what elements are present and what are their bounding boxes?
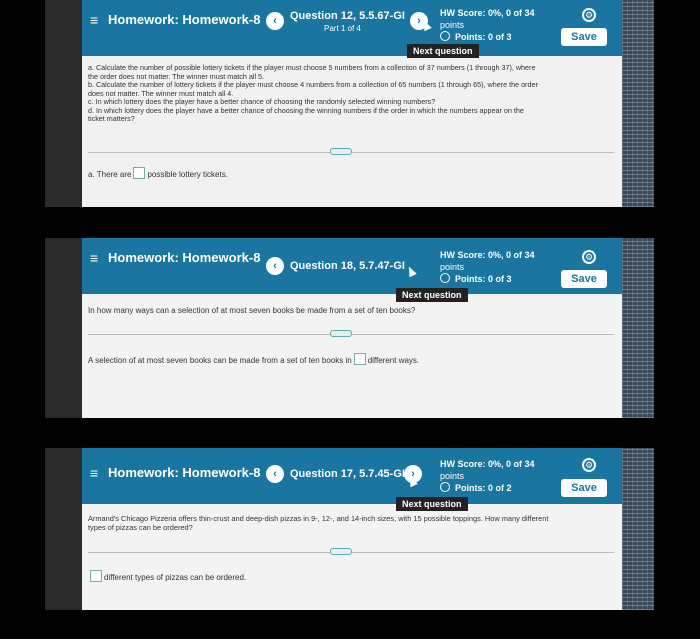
radio-circle-icon xyxy=(440,273,450,283)
save-button[interactable]: Save xyxy=(561,28,607,46)
radio-circle-icon xyxy=(440,31,450,41)
answer-line: A selection of at most seven books can b… xyxy=(88,353,419,365)
chevron-left-icon: ‹ xyxy=(273,15,277,27)
question-title: Question 12, 5.5.67-GI xyxy=(290,10,405,22)
hamburger-menu-icon[interactable]: ≡ xyxy=(90,250,98,266)
question-title: Question 18, 5.7.47-GI xyxy=(290,260,405,272)
points-label: Points: 0 of 3 xyxy=(455,32,512,42)
homework-screen-2: ≡ Homework: Homework-8 ‹ Question 18, 5.… xyxy=(82,238,622,418)
next-question-tooltip: Next question xyxy=(396,497,468,511)
expand-handle[interactable] xyxy=(330,548,352,555)
hamburger-menu-icon[interactable]: ≡ xyxy=(90,12,98,28)
question-title: Question 17, 5.7.45-GI xyxy=(290,468,405,480)
question-text: Armand's Chicago Pizzeria offers thin-cr… xyxy=(88,514,549,532)
header-bar: ≡ Homework: Homework-8 ‹ Question 17, 5.… xyxy=(82,448,622,504)
header-bar: ≡ Homework: Homework-8 ‹ Question 12, 5.… xyxy=(82,0,622,56)
previous-question-button[interactable]: ‹ xyxy=(266,465,284,483)
expand-handle[interactable] xyxy=(330,148,352,155)
photo-right-edge xyxy=(622,0,654,207)
homework-title: Homework: Homework-8 xyxy=(108,465,261,480)
gear-icon[interactable]: ⚙ xyxy=(582,8,596,22)
points-label: Points: 0 of 2 xyxy=(455,483,512,493)
chevron-left-icon: ‹ xyxy=(273,260,277,272)
hw-score-unit: points xyxy=(440,471,465,481)
next-question-tooltip: Next question xyxy=(407,44,479,58)
save-button[interactable]: Save xyxy=(561,270,607,288)
gear-icon[interactable]: ⚙ xyxy=(582,458,596,472)
question-part: Part 1 of 4 xyxy=(324,24,361,33)
header-bar: ≡ Homework: Homework-8 ‹ Question 18, 5.… xyxy=(82,238,622,294)
photo-left-edge xyxy=(45,0,82,207)
hw-score: HW Score: 0%, 0 of 34 xyxy=(440,459,535,469)
chevron-left-icon: ‹ xyxy=(273,468,277,480)
answer-line: a. There are possible lottery tickets. xyxy=(88,167,228,179)
radio-circle-icon xyxy=(440,482,450,492)
homework-title: Homework: Homework-8 xyxy=(108,250,261,265)
hw-score: HW Score: 0%, 0 of 34 xyxy=(440,250,535,260)
points-status: Points: 0 of 3 xyxy=(440,273,512,284)
next-question-tooltip: Next question xyxy=(396,288,468,302)
homework-screen-3: ≡ Homework: Homework-8 ‹ Question 17, 5.… xyxy=(82,448,622,610)
answer-input[interactable] xyxy=(353,353,366,365)
question-text: In how many ways can a selection of at m… xyxy=(88,306,416,315)
answer-line: different types of pizzas can be ordered… xyxy=(88,570,246,582)
answer-input[interactable] xyxy=(133,167,146,179)
question-text: a. Calculate the number of possible lott… xyxy=(88,63,538,123)
homework-title: Homework: Homework-8 xyxy=(108,12,261,27)
points-label: Points: 0 of 3 xyxy=(455,274,512,284)
expand-handle[interactable] xyxy=(330,330,352,337)
photo-left-edge xyxy=(45,448,82,610)
points-status: Points: 0 of 3 xyxy=(440,31,512,42)
hamburger-menu-icon[interactable]: ≡ xyxy=(90,465,98,481)
photo-left-edge xyxy=(45,238,82,418)
hw-score: HW Score: 0%, 0 of 34 xyxy=(440,8,535,18)
hw-score-unit: points xyxy=(440,262,465,272)
gear-icon[interactable]: ⚙ xyxy=(582,250,596,264)
previous-question-button[interactable]: ‹ xyxy=(266,12,284,30)
photo-right-edge xyxy=(622,238,654,418)
homework-screen-1: ≡ Homework: Homework-8 ‹ Question 12, 5.… xyxy=(82,0,622,207)
hw-score-unit: points xyxy=(440,20,465,30)
previous-question-button[interactable]: ‹ xyxy=(266,257,284,275)
save-button[interactable]: Save xyxy=(561,479,607,497)
photo-right-edge xyxy=(622,448,654,610)
points-status: Points: 0 of 2 xyxy=(440,482,512,493)
answer-input[interactable] xyxy=(90,570,102,582)
